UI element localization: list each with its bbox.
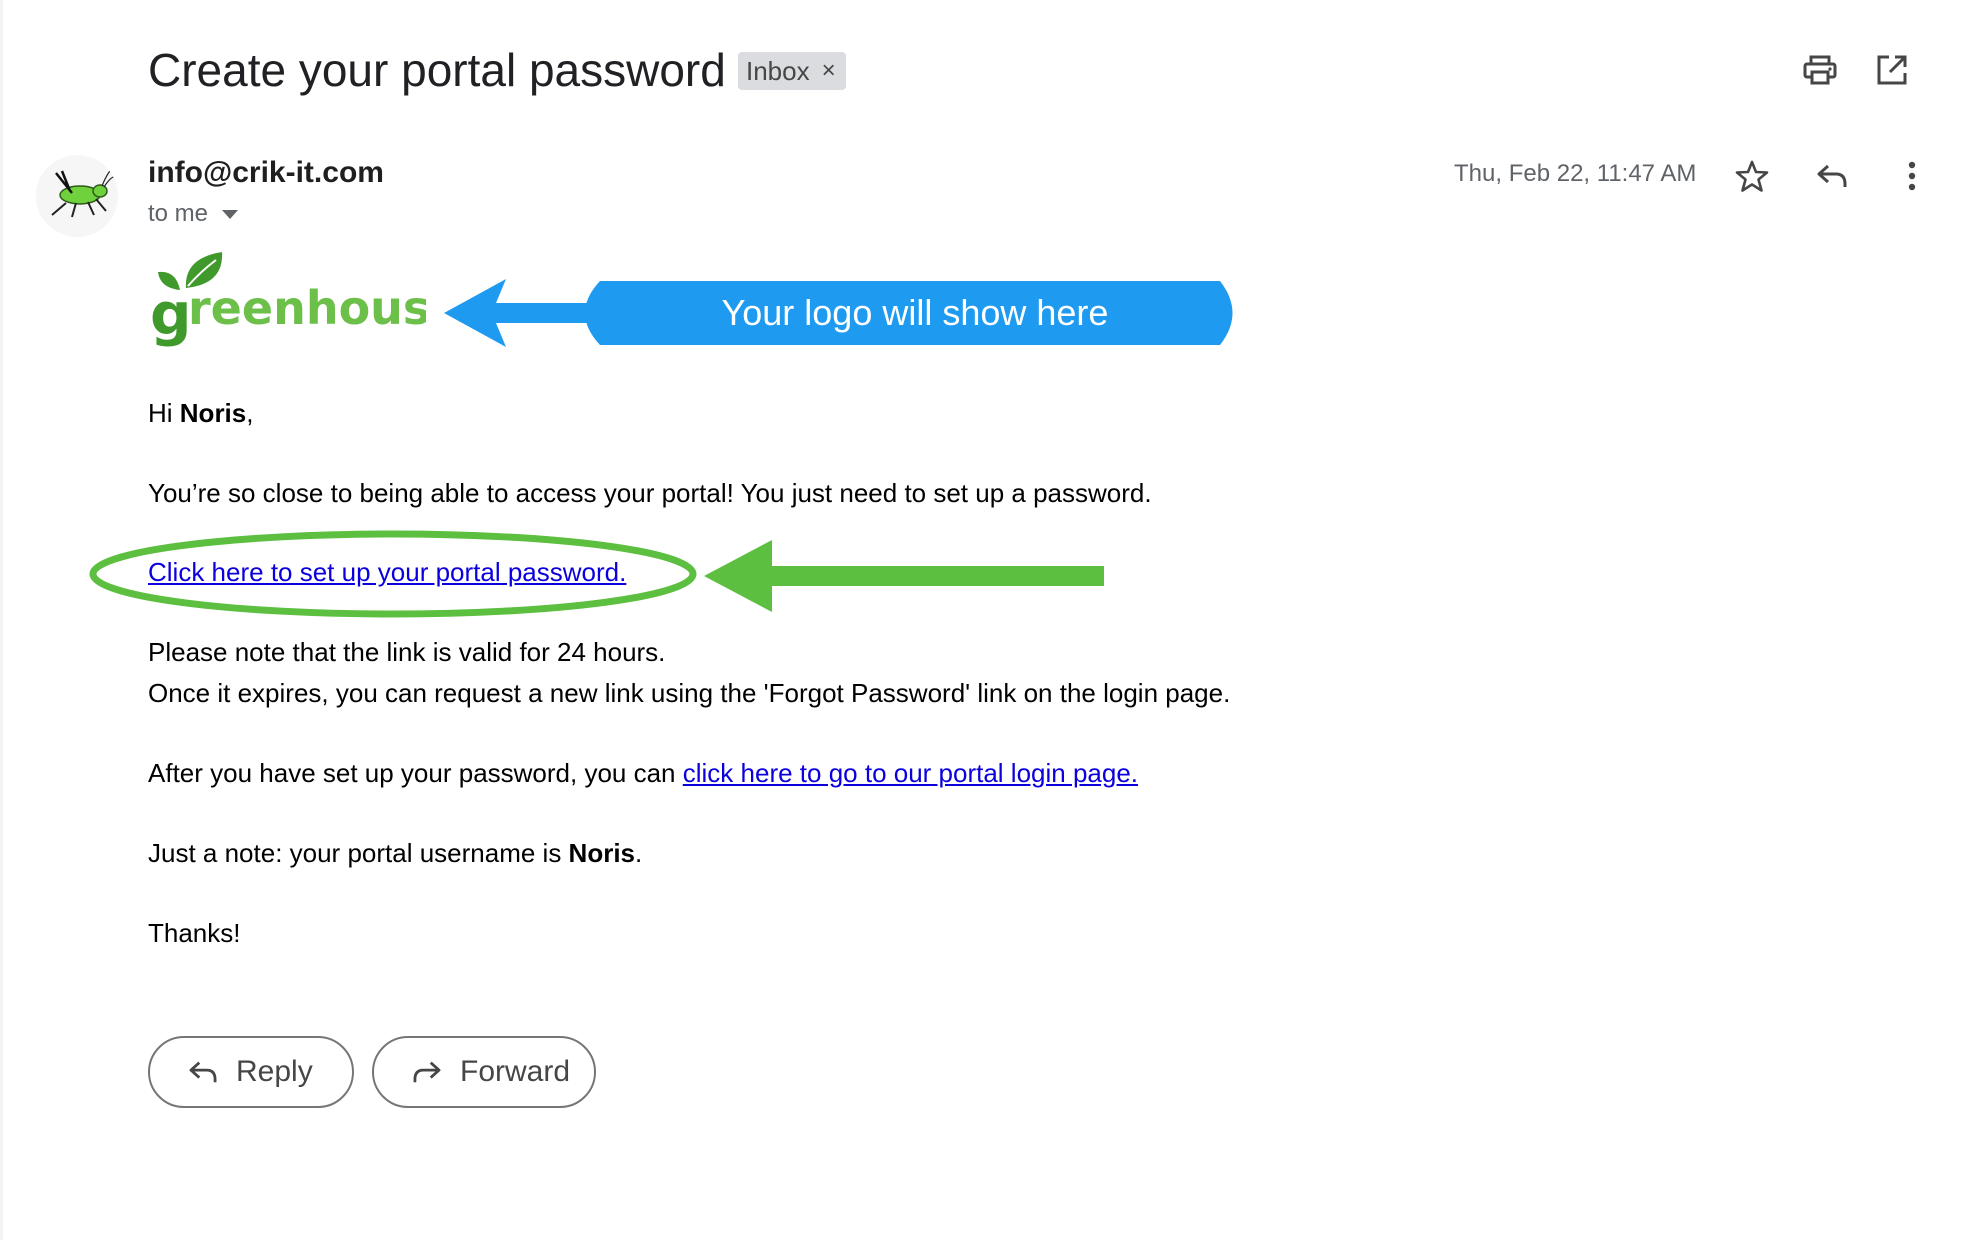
inbox-label-text: Inbox — [746, 55, 810, 86]
sender-avatar[interactable] — [36, 155, 118, 237]
username-value: Noris — [568, 838, 636, 868]
star-icon — [1735, 160, 1769, 192]
green-pointer-arrow — [704, 540, 1104, 612]
username-suffix: . — [635, 838, 643, 868]
star-button[interactable] — [1728, 152, 1776, 200]
expiry-note: Once it expires, you can request a new l… — [148, 678, 1231, 708]
print-icon — [1803, 55, 1837, 85]
chevron-down-icon — [222, 209, 239, 219]
greeting: Hi Noris, — [148, 396, 253, 430]
setup-password-link-row: Click here to set up your portal passwor… — [148, 555, 626, 589]
setup-password-link[interactable]: Click here to set up your portal passwor… — [148, 557, 626, 587]
left-divider — [0, 0, 3, 1240]
forward-action-button[interactable]: Forward — [372, 1036, 596, 1108]
print-button[interactable] — [1796, 46, 1844, 94]
reply-action-label: Reply — [236, 1055, 313, 1088]
remove-label-icon[interactable]: × — [822, 59, 836, 83]
greeting-suffix: , — [246, 398, 254, 428]
inbox-label-chip[interactable]: Inbox × — [738, 52, 846, 90]
sign-off: Thanks! — [148, 918, 241, 948]
open-in-new-icon — [1877, 55, 1907, 85]
reply-icon — [1817, 164, 1847, 187]
greenhouse-logo: g reenhouse — [150, 250, 462, 350]
reply-action-button[interactable]: Reply — [148, 1036, 354, 1108]
login-paragraph-text: After you have set up your password, you… — [148, 758, 683, 788]
reply-icon — [189, 1061, 217, 1083]
more-options-button[interactable] — [1888, 152, 1936, 200]
validity-note: Please note that the link is valid for 2… — [148, 637, 666, 667]
greeting-name: Noris — [179, 398, 247, 428]
logo-callout-label: Your logo will show here — [721, 292, 1109, 333]
forward-icon — [413, 1061, 441, 1083]
email-subject: Create your portal password — [148, 44, 726, 96]
intro-paragraph: You’re so close to being able to access … — [148, 478, 1152, 508]
open-in-new-window-button[interactable] — [1868, 46, 1916, 94]
portal-login-link[interactable]: click here to go to our portal login pag… — [683, 758, 1138, 788]
username-prefix: Just a note: your portal username is — [148, 838, 569, 868]
logo-wordmark: reenhouse — [188, 281, 426, 335]
grasshopper-avatar-icon — [51, 166, 117, 218]
reply-button[interactable] — [1808, 152, 1856, 200]
forward-action-label: Forward — [460, 1055, 571, 1088]
sender-address[interactable]: info@crik-it.com — [148, 156, 384, 190]
recipient-details-toggle[interactable]: to me — [148, 200, 239, 228]
email-date: Thu, Feb 22, 11:47 AM — [1454, 160, 1697, 187]
username-paragraph: Just a note: your portal username is Nor… — [148, 836, 642, 870]
more-vert-icon — [1908, 161, 1916, 191]
logo-letter-g: g — [150, 280, 192, 348]
greeting-prefix: Hi — [148, 398, 180, 428]
recipient-text: to me — [148, 200, 209, 227]
login-paragraph: After you have set up your password, you… — [148, 756, 1138, 790]
